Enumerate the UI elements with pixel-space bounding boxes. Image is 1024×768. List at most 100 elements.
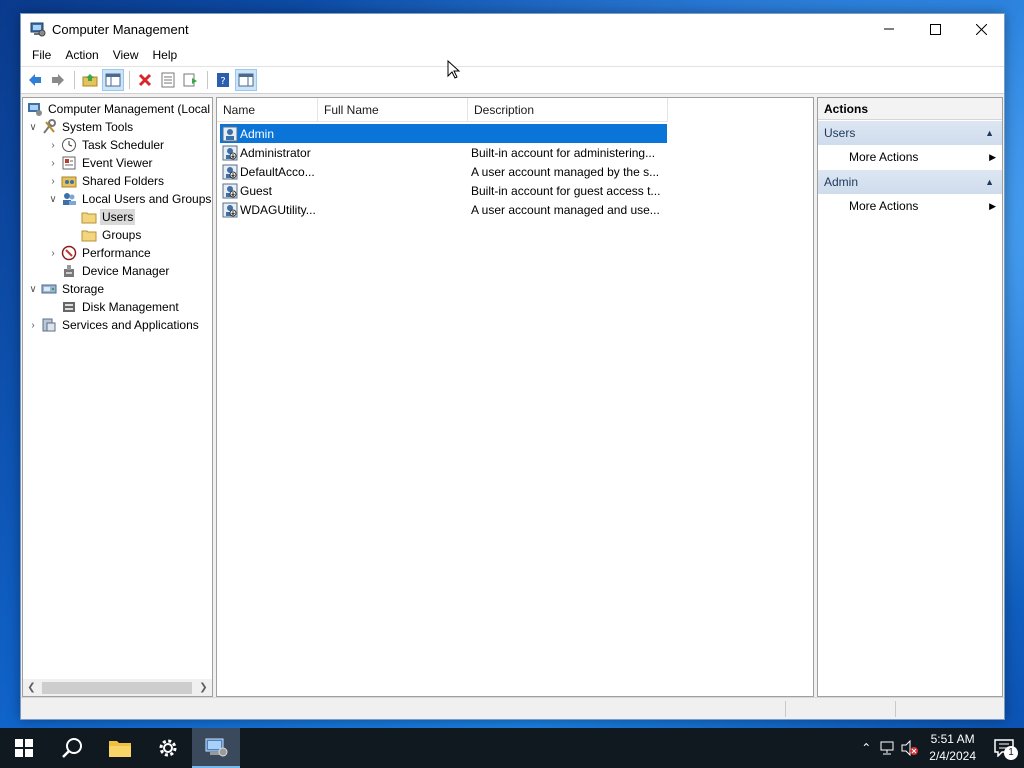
console-tree: Computer Management (Local ∨ System Tool…	[22, 97, 213, 697]
search-icon	[62, 738, 82, 758]
notification-badge: 1	[1004, 746, 1018, 760]
up-one-level-button[interactable]	[79, 69, 101, 91]
chevron-right-icon[interactable]: ›	[47, 158, 59, 169]
show-hide-tree-button[interactable]	[102, 69, 124, 91]
menu-help[interactable]: Help	[146, 44, 185, 66]
computer-management-taskbar-button[interactable]	[192, 728, 240, 768]
forward-button[interactable]	[47, 69, 69, 91]
status-divider	[895, 701, 896, 717]
actions-section-users[interactable]: Users ▲	[818, 121, 1002, 145]
main-content: Computer Management (Local ∨ System Tool…	[21, 96, 1004, 698]
menu-bar: File Action View Help	[21, 44, 1004, 66]
list-row-defaultaccount[interactable]: DefaultAcco... A user account managed by…	[220, 162, 667, 181]
properties-icon	[161, 72, 175, 88]
chevron-down-icon[interactable]: ∨	[27, 284, 39, 295]
maximize-button[interactable]	[912, 14, 958, 44]
computer-management-icon	[205, 738, 228, 757]
tree-horizontal-scrollbar[interactable]: ❮ ❯	[23, 679, 212, 696]
collapse-up-icon[interactable]: ▲	[985, 170, 994, 194]
close-button[interactable]	[958, 14, 1004, 44]
column-header-description[interactable]: Description	[468, 98, 668, 122]
tree-item-disk-management[interactable]: Disk Management	[59, 298, 181, 316]
performance-icon	[61, 245, 77, 261]
title-bar[interactable]: Computer Management	[21, 14, 1004, 44]
back-button[interactable]	[24, 69, 46, 91]
chevron-down-icon[interactable]: ∨	[27, 122, 39, 133]
search-button[interactable]	[48, 728, 96, 768]
tree-item-label: Task Scheduler	[82, 138, 165, 152]
menu-action[interactable]: Action	[58, 44, 105, 66]
close-icon	[975, 23, 987, 35]
chevron-up-icon: ⌃	[861, 741, 872, 755]
tree-item-label: Shared Folders	[82, 174, 165, 188]
clock-time: 5:51 AM	[930, 732, 975, 746]
minimize-button[interactable]	[866, 14, 912, 44]
tree-item-storage[interactable]: ∨ Storage	[27, 280, 106, 298]
list-row-guest[interactable]: Guest Built-in account for guest access …	[220, 181, 667, 200]
tree-item-task-scheduler[interactable]: › Task Scheduler	[47, 136, 166, 154]
action-center-button[interactable]: 1	[984, 728, 1024, 768]
scrollbar-thumb[interactable]	[42, 681, 192, 694]
start-button[interactable]	[0, 728, 48, 768]
list-row-wdagutilityaccount[interactable]: WDAGUtility... A user account managed an…	[220, 200, 667, 219]
disk-management-icon	[63, 302, 75, 312]
scroll-left-icon[interactable]: ❮	[23, 682, 40, 693]
delete-button[interactable]	[134, 69, 156, 91]
tree-item-label: Storage	[62, 282, 105, 296]
toolbar-separator	[74, 71, 75, 89]
tree-item-system-tools[interactable]: ∨ System Tools	[27, 118, 135, 136]
tree-item-device-manager[interactable]: Device Manager	[59, 262, 171, 280]
action-more-actions[interactable]: More Actions ▶	[818, 145, 1002, 169]
tree-item-label: Disk Management	[82, 300, 179, 314]
help-button[interactable]: ?	[212, 69, 234, 91]
chevron-down-icon[interactable]: ∨	[47, 194, 59, 205]
column-header-name[interactable]: Name	[217, 98, 318, 122]
menu-view[interactable]: View	[106, 44, 146, 66]
computer-management-icon	[30, 22, 46, 37]
back-arrow-icon	[29, 74, 41, 86]
system-tools-icon	[43, 119, 56, 134]
list-row-admin[interactable]: Admin	[220, 124, 667, 143]
chevron-right-icon[interactable]: ›	[47, 140, 59, 151]
file-explorer-icon	[109, 741, 131, 757]
column-header-full-name[interactable]: Full Name	[318, 98, 468, 122]
tree-item-computer-management[interactable]: Computer Management (Local	[25, 100, 212, 118]
list-row-administrator[interactable]: Administrator Built-in account for admin…	[220, 143, 667, 162]
computer-management-icon	[28, 103, 42, 116]
show-hidden-icons-button[interactable]: ⌃	[855, 728, 877, 768]
actions-section-admin[interactable]: Admin ▲	[818, 170, 1002, 194]
windows-logo-icon	[15, 739, 33, 757]
show-hide-action-pane-button[interactable]	[235, 69, 257, 91]
action-more-actions[interactable]: More Actions ▶	[818, 194, 1002, 218]
properties-button[interactable]	[157, 69, 179, 91]
tree-item-local-users-and-groups[interactable]: ∨ Local Users and Groups	[47, 190, 212, 208]
tree-item-shared-folders[interactable]: › Shared Folders	[47, 172, 166, 190]
export-list-button[interactable]	[180, 69, 202, 91]
volume-button[interactable]	[899, 728, 921, 768]
chevron-right-icon[interactable]: ›	[47, 248, 59, 259]
status-bar	[21, 697, 1004, 719]
tree-item-label: Groups	[102, 228, 142, 242]
volume-muted-icon	[901, 740, 919, 756]
tree-item-groups[interactable]: Groups	[79, 226, 143, 244]
actions-title: Actions	[818, 98, 1002, 120]
tree-item-event-viewer[interactable]: › Event Viewer	[47, 154, 154, 172]
collapse-up-icon[interactable]: ▲	[985, 121, 994, 145]
disabled-user-icon	[222, 145, 238, 160]
scroll-right-icon[interactable]: ❯	[195, 682, 212, 693]
taskbar-clock[interactable]: 5:51 AM 2/4/2024	[929, 731, 976, 765]
tree-item-performance[interactable]: › Performance	[47, 244, 153, 262]
maximize-icon	[929, 23, 941, 35]
menu-file[interactable]: File	[25, 44, 58, 66]
chevron-right-icon[interactable]: ›	[27, 320, 39, 331]
settings-button[interactable]	[144, 728, 192, 768]
user-description: Built-in account for guest access t...	[471, 183, 661, 198]
network-button[interactable]	[877, 728, 899, 768]
file-explorer-button[interactable]	[96, 728, 144, 768]
tree-item-users[interactable]: Users	[79, 208, 136, 226]
svg-text:?: ?	[220, 76, 225, 87]
tree-item-services-and-applications[interactable]: › Services and Applications	[27, 316, 201, 334]
users-group-icon	[63, 193, 76, 205]
tree-item-label: Services and Applications	[62, 318, 199, 332]
chevron-right-icon[interactable]: ›	[47, 176, 59, 187]
